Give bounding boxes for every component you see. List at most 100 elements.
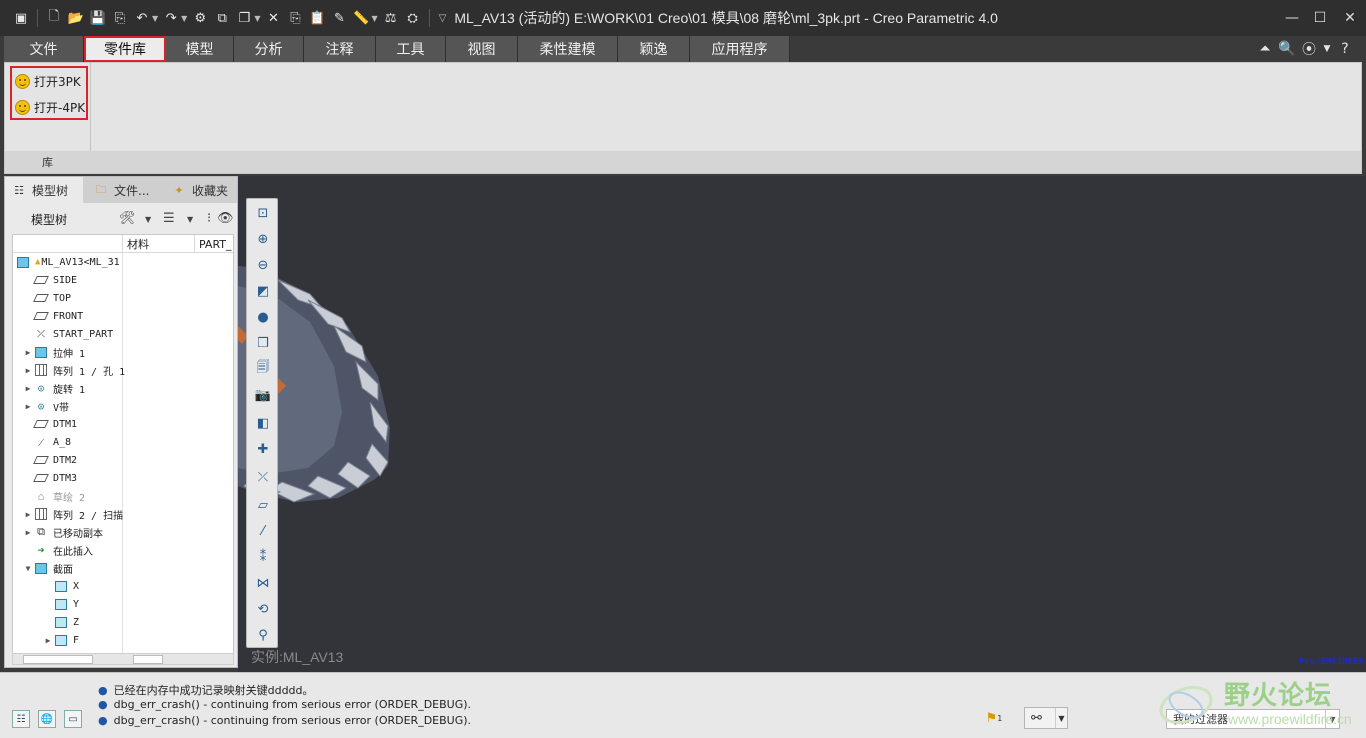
copy-icon[interactable]: ⎘ <box>286 9 304 27</box>
flag-icon[interactable]: ⚑ 1 <box>984 707 1004 729</box>
show-icon[interactable]: ⁝ <box>207 211 211 226</box>
zoom-out-icon[interactable]: ⊖ <box>253 255 273 275</box>
scroll-thumb-right[interactable] <box>133 655 163 664</box>
expand-arrow-icon[interactable]: ▶ <box>23 402 33 411</box>
tree-item[interactable]: Y <box>43 595 79 613</box>
tab-folder-browser[interactable]: 🗀 文件... <box>85 177 163 203</box>
zoom-fit-icon[interactable]: ⊡ <box>253 203 273 223</box>
search-icon[interactable]: 🔍 <box>1276 41 1298 57</box>
tree-item[interactable]: ▶ 拉伸 1 <box>23 343 85 361</box>
expand-arrow-icon[interactable]: ▶ <box>23 510 33 519</box>
model-view[interactable] <box>238 176 1366 672</box>
expand-arrow-icon[interactable]: ▶ <box>43 636 53 645</box>
open-4pk-button[interactable]: 打开-4PK <box>12 94 86 120</box>
scroll-thumb-left[interactable] <box>23 655 93 664</box>
tree-item[interactable]: DTM1 <box>23 415 77 433</box>
maximize-icon[interactable]: ☐ <box>1306 10 1334 26</box>
tree-item[interactable]: ▶ 阵列 1 / 孔 1 <box>23 361 125 379</box>
tree-filters-icon[interactable]: ☰ <box>163 211 175 226</box>
tab-file[interactable]: 文件 <box>4 36 84 62</box>
undo-dropdown-icon[interactable]: ▼ <box>152 14 158 23</box>
tab-yingyi[interactable]: 颖逸 <box>618 36 690 62</box>
expand-arrow-icon[interactable]: ▶ <box>23 384 33 393</box>
coordinate-display-icon[interactable]: ⤫ <box>253 467 273 487</box>
tree-item[interactable]: SIDE <box>23 271 77 289</box>
appearance-icon[interactable]: ◧ <box>253 413 273 433</box>
help-icon[interactable]: ? <box>1334 41 1356 57</box>
tree-item[interactable]: ▼ 截面 <box>23 559 73 577</box>
customize-toolbar-icon[interactable]: ▽ <box>439 13 447 24</box>
repaint-icon[interactable]: ◩ <box>253 281 273 301</box>
tab-favorites[interactable]: ✦ 收藏夹 <box>163 177 239 203</box>
undo-icon[interactable]: ↶ <box>133 9 151 27</box>
close-icon[interactable]: ✕ <box>1334 10 1366 26</box>
tree-item[interactable]: ▶ ⊙ 旋转 1 <box>23 379 85 397</box>
command-search-icon[interactable]: ⦿ <box>1298 39 1320 59</box>
edit-icon[interactable]: ✎ <box>330 9 348 27</box>
perspective-icon[interactable]: 📷 <box>253 385 273 405</box>
tree-item[interactable]: ⌂ 草绘 2 <box>23 487 85 505</box>
tree-item[interactable]: ▶ 阵列 2 / 扫描 <box>23 505 123 523</box>
open-folder-icon[interactable]: 📂 <box>67 9 85 27</box>
expand-arrow-icon[interactable]: ▼ <box>23 564 33 573</box>
tree-item[interactable]: ⁄ A_8 <box>23 433 71 451</box>
view-manager-icon[interactable]: 🗐 <box>253 359 273 379</box>
tab-view[interactable]: 视图 <box>446 36 518 62</box>
tab-annotate[interactable]: 注释 <box>304 36 376 62</box>
csys-display-icon[interactable]: ⋈ <box>253 573 273 593</box>
tree-item[interactable]: DTM3 <box>23 469 77 487</box>
close-window-icon[interactable]: ✕ <box>264 9 282 27</box>
find-dropdown-icon[interactable]: ▼ <box>1055 708 1067 728</box>
app-window-icon[interactable]: ▣ <box>12 9 30 27</box>
tree-item[interactable]: Z <box>43 613 79 631</box>
tree-item[interactable]: ⤫ START_PART <box>23 325 113 343</box>
eye-icon[interactable]: 👁 <box>217 211 234 226</box>
column-part[interactable]: PART_ <box>194 235 233 253</box>
tab-applications[interactable]: 应用程序 <box>690 36 790 62</box>
display-style-icon[interactable]: ● <box>253 307 273 327</box>
switch-window-icon[interactable]: ❐ <box>235 9 253 27</box>
paste-icon[interactable]: 📋 <box>308 9 326 27</box>
new-file-icon[interactable]: 🗋 <box>45 9 63 27</box>
settings-icon[interactable]: ⛭ <box>404 9 422 27</box>
tab-flexible-modeling[interactable]: 柔性建模 <box>518 36 618 62</box>
save-copy-icon[interactable]: ⎘ <box>111 9 129 27</box>
browser-toggle-icon[interactable]: 🌐 <box>38 710 56 728</box>
fullscreen-icon[interactable]: ▭ <box>64 710 82 728</box>
measure-icon[interactable]: 📏 <box>352 9 370 27</box>
axis-display-icon[interactable]: ⁄ <box>253 521 273 541</box>
tree-item[interactable]: ▲ ML_AV13<ML_31 <box>15 253 120 271</box>
save-icon[interactable]: 💾 <box>89 9 107 27</box>
windows-icon[interactable]: ⧉ <box>213 9 231 27</box>
annotation-display-icon[interactable]: ✚ <box>253 439 273 459</box>
tab-model[interactable]: 模型 <box>166 36 234 62</box>
horizontal-scrollbar[interactable] <box>12 653 234 665</box>
open-3pk-button[interactable]: 打开3PK <box>12 68 86 94</box>
zoom-in-icon[interactable]: ⊕ <box>253 229 273 249</box>
tree-settings-dropdown-icon[interactable]: ▼ <box>145 215 151 224</box>
navigator-toggle-icon[interactable]: ☷ <box>12 710 30 728</box>
annotation-icon[interactable]: ⚲ <box>253 625 273 645</box>
tree-filters-dropdown-icon[interactable]: ▼ <box>187 215 193 224</box>
tree-item[interactable]: ▶ F <box>43 631 79 649</box>
tab-analysis[interactable]: 分析 <box>234 36 304 62</box>
tab-part-library[interactable]: 零件库 <box>84 36 166 62</box>
tab-tools[interactable]: 工具 <box>376 36 446 62</box>
tree-item[interactable]: DTM2 <box>23 451 77 469</box>
minimize-icon[interactable]: — <box>1278 10 1306 26</box>
tree-item[interactable]: X <box>43 577 79 595</box>
expand-arrow-icon[interactable]: ▶ <box>23 366 33 375</box>
tab-model-tree[interactable]: ☷ 模型树 <box>5 177 83 203</box>
spin-center-icon[interactable]: ⟲ <box>253 599 273 619</box>
plane-display-icon[interactable]: ▱ <box>253 495 273 515</box>
window-dropdown-icon[interactable]: ▼ <box>254 14 260 23</box>
column-material[interactable]: 材料 <box>122 235 194 253</box>
dropdown-icon[interactable]: ▼ <box>1320 44 1334 54</box>
tree-item[interactable]: ▶ ⧉ 已移动副本 <box>23 523 103 541</box>
saved-orientation-icon[interactable]: ❒ <box>253 333 273 353</box>
regenerate-icon[interactable]: ⚙ <box>191 9 209 27</box>
collapse-ribbon-icon[interactable]: ⏶ <box>1254 41 1276 57</box>
expand-arrow-icon[interactable]: ▶ <box>23 348 33 357</box>
graphics-window[interactable]: ⊡ ⊕ ⊖ ◩ ● ❒ 🗐 📷 ◧ ✚ ⤫ ▱ ⁄ ⁑ ⋈ ⟲ ⚲ 实例:ML_… <box>238 176 1366 672</box>
point-display-icon[interactable]: ⁑ <box>253 547 273 567</box>
